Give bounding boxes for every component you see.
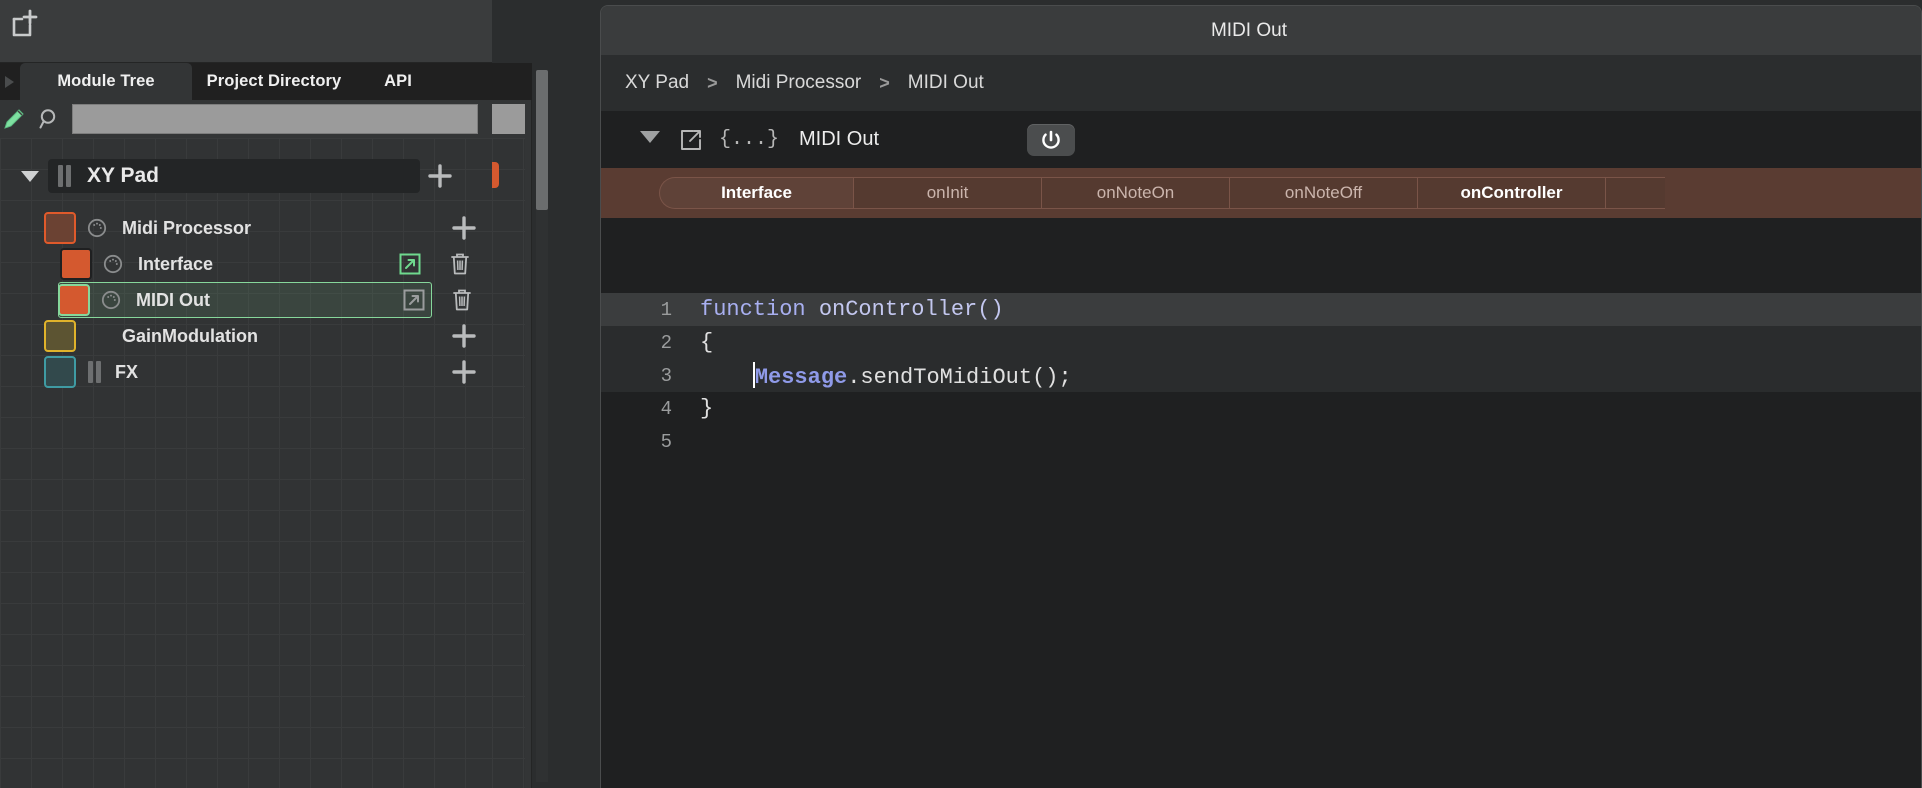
trash-icon[interactable] xyxy=(450,287,474,313)
add-module-button-xy-pad[interactable] xyxy=(420,163,460,189)
token-call: .sendToMidiOut(); xyxy=(847,364,1072,390)
tree-item-label: Interface xyxy=(138,253,214,274)
tab-oninit[interactable]: onInit xyxy=(853,177,1041,209)
breadcrumb-item-xy-pad[interactable]: XY Pad xyxy=(625,72,689,94)
code-line: 5 xyxy=(601,425,1921,458)
search-input[interactable] xyxy=(72,104,478,134)
editor-top-padding xyxy=(601,218,1921,293)
external-link-icon[interactable] xyxy=(679,128,703,152)
triangle-down-icon[interactable] xyxy=(637,128,663,151)
strip-tab-stub xyxy=(492,63,532,100)
tab-module-tree[interactable]: Module Tree xyxy=(20,63,192,100)
strip-search-field[interactable] xyxy=(492,104,525,134)
breadcrumb-separator: > xyxy=(707,72,718,93)
disclosure-triangle-icon[interactable] xyxy=(12,167,48,185)
tree-item-label: MIDI Out xyxy=(136,289,210,310)
module-header-title: MIDI Out xyxy=(799,128,880,150)
tree-row-midi-out[interactable]: MIDI Out xyxy=(58,282,486,318)
tab-overflow[interactable] xyxy=(1605,177,1665,209)
tree-item-label: Midi Processor xyxy=(122,217,252,238)
tree-row-fx[interactable]: FX xyxy=(44,354,484,390)
line-number: 2 xyxy=(660,331,672,354)
pencil-icon[interactable] xyxy=(2,106,28,132)
code-line-text: Message.sendToMidiOut(); xyxy=(686,361,1072,390)
window-title: MIDI Out xyxy=(1210,19,1287,41)
midi-out-window: MIDI Out XY Pad > Midi Processor > MIDI … xyxy=(600,5,1922,788)
external-link-icon[interactable] xyxy=(398,252,422,276)
code-line-text: function onController() xyxy=(686,297,1004,322)
callback-tab-bar: Interface onInit onNoteOn onNoteOff onCo… xyxy=(601,168,1921,218)
knob-icon xyxy=(102,253,124,275)
external-link-icon[interactable] xyxy=(402,288,426,312)
tab-onnoteon[interactable]: onNoteOn xyxy=(1041,177,1229,209)
code-line: 1 function onController() xyxy=(601,293,1921,326)
tab-oncontroller[interactable]: onController xyxy=(1417,177,1605,209)
breadcrumb-item-midi-processor[interactable]: Midi Processor xyxy=(736,72,862,94)
tree-row-gain-modulation[interactable]: GainModulation xyxy=(44,318,484,354)
add-module-button-midi-processor[interactable] xyxy=(444,215,484,241)
trash-icon[interactable] xyxy=(448,251,472,277)
window-titlebar[interactable]: MIDI Out xyxy=(601,6,1921,55)
xy-pad-bar[interactable]: XY Pad xyxy=(48,159,420,193)
line-number: 1 xyxy=(660,298,672,321)
token-object: Message xyxy=(754,364,848,390)
code-line: 4 } xyxy=(601,392,1921,425)
tree-item-label: GainModulation xyxy=(122,325,258,346)
add-module-button-gain-modulation[interactable] xyxy=(444,323,484,349)
code-editor[interactable]: 1 function onController() 2 { 3 Message.… xyxy=(601,218,1921,788)
add-module-button-fx[interactable] xyxy=(444,359,484,385)
line-number: 5 xyxy=(660,430,672,453)
tab-scroll-left-icon[interactable] xyxy=(0,63,20,100)
tree-row-interface[interactable]: Interface xyxy=(60,246,484,282)
tab-interface[interactable]: Interface xyxy=(659,177,853,209)
token-function: onController() xyxy=(818,297,1004,322)
module-header: {...} MIDI Out xyxy=(601,111,1921,168)
color-swatch[interactable] xyxy=(60,248,92,280)
bars-icon xyxy=(58,165,71,187)
token-keyword: function xyxy=(700,297,819,322)
tab-project-directory[interactable]: Project Directory xyxy=(192,63,356,100)
line-number: 4 xyxy=(660,397,672,420)
tab-api[interactable]: API xyxy=(356,63,440,100)
power-button[interactable] xyxy=(1027,123,1076,156)
left-toolbar xyxy=(0,0,492,63)
bars-icon xyxy=(88,361,101,383)
application-window: Module Tree Project Directory API XY Pad… xyxy=(0,0,1922,788)
vertical-scrollbar-thumb[interactable] xyxy=(536,70,548,210)
knob-icon xyxy=(100,289,122,311)
color-swatch[interactable] xyxy=(44,320,76,352)
strip-orange-marker xyxy=(492,162,499,188)
breadcrumb-item-midi-out[interactable]: MIDI Out xyxy=(908,72,984,94)
search-row xyxy=(0,100,492,138)
left-panel: Module Tree Project Directory API XY Pad… xyxy=(0,0,492,788)
strip-grid xyxy=(492,138,525,788)
xy-pad-label: XY Pad xyxy=(87,164,159,187)
module-tree: XY Pad Midi Processor Interface MIDI Out… xyxy=(0,138,492,788)
search-icon[interactable] xyxy=(38,107,62,131)
tab-onnoteoff[interactable]: onNoteOff xyxy=(1229,177,1417,209)
line-number: 3 xyxy=(660,364,672,387)
occluded-panel-strip xyxy=(492,0,600,788)
code-line: 2 { xyxy=(601,326,1921,359)
color-swatch[interactable] xyxy=(58,284,90,316)
code-line-text: } xyxy=(700,396,714,421)
breadcrumb: XY Pad > Midi Processor > MIDI Out xyxy=(601,55,1921,111)
tree-item-label: FX xyxy=(115,361,139,382)
left-tab-bar: Module Tree Project Directory API xyxy=(0,63,492,100)
tree-row-xy-pad[interactable]: XY Pad xyxy=(12,158,480,194)
code-braces-icon[interactable]: {...} xyxy=(719,128,779,151)
breadcrumb-separator: > xyxy=(879,72,890,93)
color-swatch[interactable] xyxy=(44,212,76,244)
code-line-text: { xyxy=(700,330,714,355)
new-module-icon[interactable] xyxy=(8,6,44,42)
code-line: 3 Message.sendToMidiOut(); xyxy=(601,359,1921,392)
knob-icon xyxy=(86,217,108,239)
color-swatch[interactable] xyxy=(44,356,76,388)
tree-row-midi-processor[interactable]: Midi Processor xyxy=(44,210,484,246)
